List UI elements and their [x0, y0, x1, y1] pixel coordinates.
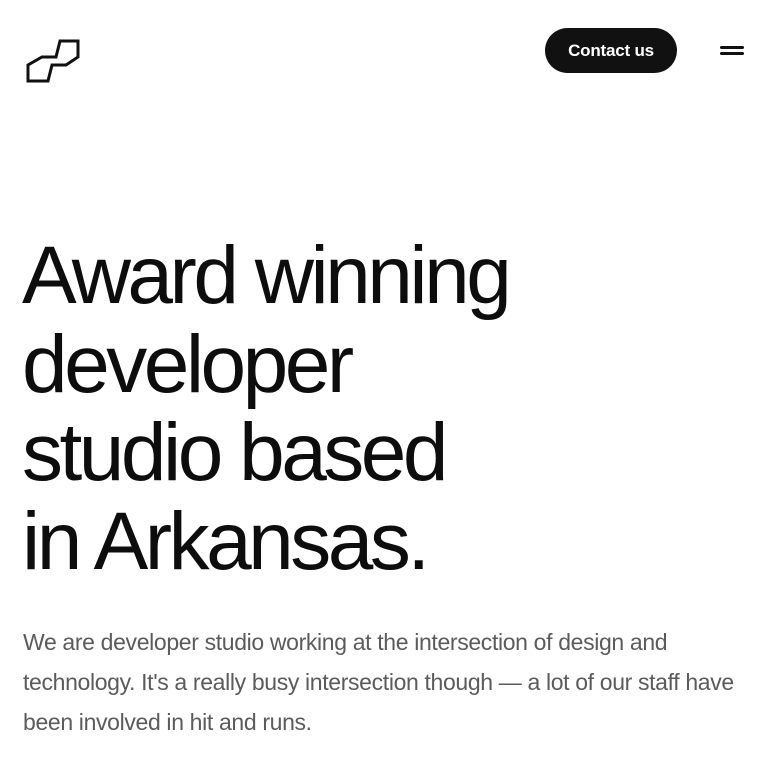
hero-title-line-3: studio based [22, 407, 449, 498]
hero-description: We are developer studio working at the i… [23, 629, 734, 735]
hero-title-line-4: in Arkansas. [22, 495, 430, 587]
hero-title-line-1: Award winning [22, 230, 512, 321]
menu-bar-bottom [720, 52, 744, 55]
hamburger-menu-icon[interactable] [716, 40, 748, 62]
contact-us-button[interactable]: Contact us [545, 28, 677, 73]
brand-logo-icon-graphic [26, 39, 80, 83]
menu-bar-top [720, 46, 744, 49]
site-header: Contact us [0, 0, 761, 110]
brand-logo-icon[interactable] [24, 37, 80, 85]
hero-title: Award winning developer studio based in … [22, 230, 722, 587]
hero-title-line-2: developer [22, 318, 354, 410]
